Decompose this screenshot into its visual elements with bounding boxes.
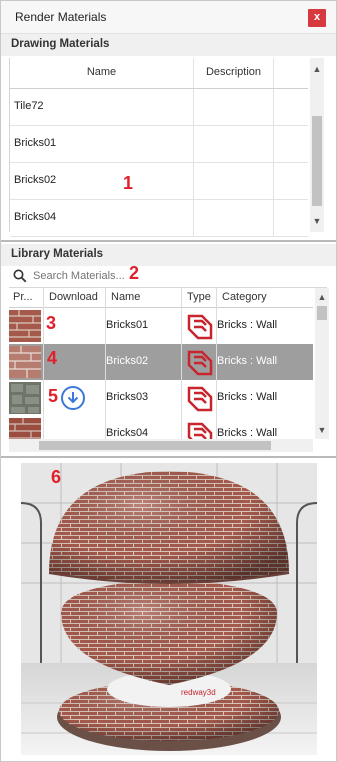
- scroll-thumb[interactable]: [312, 116, 322, 206]
- drawing-materials-table: Name Description Tile72 Bricks01 Bricks0…: [9, 58, 308, 237]
- column-header-category[interactable]: Category: [222, 291, 267, 303]
- brick-thumbnail-icon: [9, 346, 41, 378]
- callout-marker-6: 6: [51, 467, 62, 487]
- column-divider: [43, 288, 44, 439]
- material-name: Bricks01: [14, 137, 57, 149]
- render-materials-panel: Render Materials x Drawing Materials Nam…: [0, 0, 337, 762]
- column-header-extra: [274, 58, 308, 88]
- table-cell: [194, 89, 274, 125]
- table-cell: Bricks01: [10, 126, 194, 162]
- column-label: Name: [86, 66, 117, 78]
- scroll-up-icon[interactable]: ▲: [310, 64, 324, 74]
- table-row[interactable]: Bricks04 Bricks : Wall: [9, 416, 313, 439]
- library-materials-header: Library Materials: [1, 244, 336, 266]
- section-divider[interactable]: [1, 456, 336, 458]
- material-name: Tile72: [14, 100, 44, 112]
- table-cell: Tile72: [10, 89, 194, 125]
- window-title: Render Materials: [15, 10, 107, 24]
- column-label: Description: [205, 66, 262, 78]
- callout-marker-1: 1: [123, 173, 134, 193]
- search-bar: [9, 265, 327, 288]
- library-materials-title: Library Materials: [11, 248, 104, 260]
- scroll-down-icon[interactable]: ▼: [315, 425, 329, 435]
- column-header-download[interactable]: Download: [49, 291, 98, 303]
- material-category: Bricks : Wall: [217, 355, 278, 367]
- column-header-name[interactable]: Name: [111, 291, 140, 303]
- download-button[interactable]: [61, 386, 85, 410]
- scroll-thumb[interactable]: [39, 441, 271, 450]
- material-category: Bricks : Wall: [217, 427, 278, 439]
- title-bar: Render Materials x: [1, 1, 336, 34]
- callout-marker-2: 2: [129, 263, 140, 283]
- table-cell: [194, 126, 274, 162]
- material-name: Bricks03: [106, 391, 149, 403]
- table-header: Pr... Download Name Type Category: [9, 288, 313, 308]
- table-row[interactable]: Bricks04: [10, 200, 308, 237]
- table-cell: [274, 89, 308, 125]
- library-materials-scrollbar[interactable]: ▲ ▼: [315, 288, 329, 439]
- material-name: Bricks02: [14, 174, 57, 186]
- material-preview-render: redway3d: [21, 463, 317, 755]
- column-header-preview[interactable]: Pr...: [13, 291, 33, 303]
- drawing-materials-scrollbar[interactable]: ▲ ▼: [310, 58, 324, 232]
- table-cell: Bricks02: [10, 163, 194, 199]
- brick-thumbnail-icon: [9, 418, 41, 439]
- scroll-thumb[interactable]: [317, 306, 327, 320]
- table-row[interactable]: Bricks02: [10, 163, 308, 200]
- material-type-icon: [187, 314, 213, 340]
- scroll-down-icon[interactable]: ▼: [310, 216, 324, 226]
- search-input[interactable]: [31, 267, 315, 285]
- table-cell: [274, 126, 308, 162]
- callout-marker-3: 3: [46, 313, 57, 333]
- material-category: Bricks : Wall: [217, 319, 278, 331]
- table-cell: [274, 200, 308, 236]
- column-divider: [181, 288, 182, 439]
- material-name: Bricks04: [106, 427, 149, 439]
- material-name: Bricks01: [106, 319, 149, 331]
- close-button[interactable]: x: [308, 9, 326, 27]
- material-type-icon: [187, 350, 213, 376]
- table-row[interactable]: Bricks01: [10, 126, 308, 163]
- material-name: Bricks04: [14, 211, 57, 223]
- column-divider: [216, 288, 217, 439]
- column-divider: [105, 288, 106, 439]
- column-header-description[interactable]: Description: [194, 58, 274, 88]
- table-cell: [194, 163, 274, 199]
- table-cell: [194, 200, 274, 236]
- drawing-materials-header: Drawing Materials: [1, 34, 336, 56]
- table-row[interactable]: Tile72: [10, 89, 308, 126]
- column-header-name[interactable]: Name: [10, 58, 194, 88]
- table-cell: Bricks04: [10, 200, 194, 236]
- section-divider[interactable]: [1, 240, 336, 242]
- callout-marker-4: 4: [47, 348, 58, 368]
- library-horizontal-scrollbar[interactable]: [9, 439, 313, 452]
- material-type-icon: [187, 386, 213, 412]
- material-preview: redway3d 6: [21, 463, 317, 755]
- material-name: Bricks02: [106, 355, 149, 367]
- stone-thumbnail-icon: [9, 382, 41, 414]
- brick-thumbnail-icon: [9, 310, 41, 342]
- search-icon: [13, 269, 27, 283]
- drawing-materials-title: Drawing Materials: [11, 38, 110, 50]
- scroll-up-icon[interactable]: ▲: [315, 292, 329, 302]
- material-type-icon: [187, 422, 213, 439]
- table-cell: [274, 163, 308, 199]
- column-header-type[interactable]: Type: [187, 291, 211, 303]
- table-header: Name Description: [10, 58, 308, 89]
- callout-marker-5: 5: [48, 386, 59, 406]
- material-category: Bricks : Wall: [217, 391, 278, 403]
- preview-watermark: redway3d: [181, 688, 216, 697]
- download-icon: [67, 392, 79, 404]
